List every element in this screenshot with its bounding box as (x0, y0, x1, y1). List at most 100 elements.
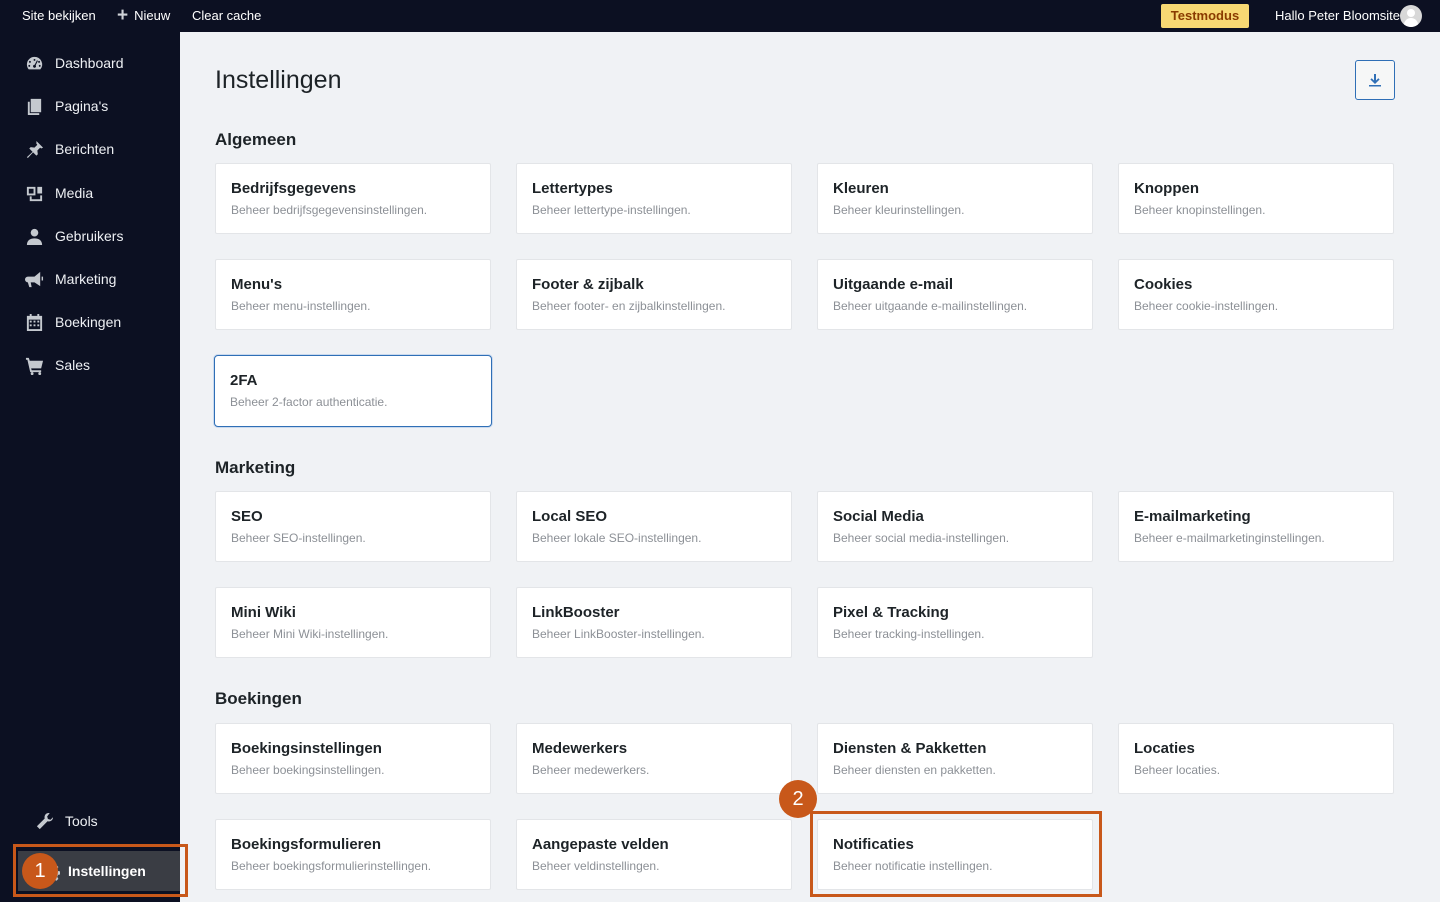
settings-card-booking-settings[interactable]: Boekingsinstellingen Beheer boekingsinst… (215, 723, 491, 794)
settings-card-buttons[interactable]: Knoppen Beheer knopinstellingen. (1118, 163, 1394, 234)
sidebar-item-label: Pagina's (55, 98, 109, 114)
step-badge-1: 1 (22, 853, 58, 889)
section-heading-general: Algemeen (215, 130, 297, 149)
card-description: Beheer Mini Wiki-instellingen. (231, 627, 389, 641)
settings-card-employees[interactable]: Medewerkers Beheer medewerkers. (516, 723, 792, 794)
plus-icon: + (117, 5, 129, 26)
card-title: Kleuren (833, 180, 889, 197)
card-title: Mini Wiki (231, 604, 296, 621)
sidebar-item-tools[interactable]: Tools (0, 801, 180, 841)
card-description: Beheer e-mailmarketinginstellingen. (1134, 531, 1325, 545)
sidebar-item-media[interactable]: Media (0, 173, 180, 213)
card-description: Beheer lokale SEO-instellingen. (532, 531, 702, 545)
megaphone-icon (24, 269, 44, 289)
card-title: Pixel & Tracking (833, 604, 949, 621)
card-title: Bedrijfsgegevens (231, 180, 357, 197)
sidebar-item-label: Berichten (55, 141, 115, 157)
card-title: Social Media (833, 508, 924, 525)
card-title: Diensten & Pakketten (833, 740, 987, 757)
card-description: Beheer menu-instellingen. (231, 299, 371, 313)
card-title: LinkBooster (532, 604, 620, 621)
settings-card-mini-wiki[interactable]: Mini Wiki Beheer Mini Wiki-instellingen. (215, 587, 491, 658)
sidebar-item-label: Marketing (55, 271, 117, 287)
card-title: Lettertypes (532, 180, 613, 197)
card-title: Menu's (231, 276, 283, 293)
wrench-icon (34, 811, 54, 831)
settings-card-booking-forms[interactable]: Boekingsformulieren Beheer boekingsformu… (215, 819, 491, 890)
media-icon (24, 183, 44, 203)
section-heading-marketing: Marketing (215, 458, 296, 477)
card-title: Cookies (1134, 276, 1193, 293)
step-badge-2: 2 (779, 780, 817, 818)
settings-card-email-marketing[interactable]: E-mailmarketing Beheer e-mailmarketingin… (1118, 491, 1394, 562)
card-description: Beheer cookie-instellingen. (1134, 299, 1279, 313)
card-description: Beheer footer- en zijbalkinstellingen. (532, 299, 726, 313)
sidebar-item-label: Gebruikers (55, 228, 124, 244)
sidebar-item-users[interactable]: Gebruikers (0, 216, 180, 256)
settings-card-pixel-tracking[interactable]: Pixel & Tracking Beheer tracking-instell… (817, 587, 1093, 658)
card-title: Local SEO (532, 508, 608, 525)
sidebar-item-dashboard[interactable]: Dashboard (0, 43, 180, 83)
test-mode-badge[interactable]: Testmodus (1161, 4, 1249, 28)
settings-card-2fa[interactable]: 2FA Beheer 2-factor authenticatie. (214, 355, 492, 427)
sidebar-item-label: Media (55, 185, 94, 201)
card-description: Beheer uitgaande e-mailinstellingen. (833, 299, 1028, 313)
card-description: Beheer social media-instellingen. (833, 531, 1010, 545)
sidebar-item-sales[interactable]: Sales (0, 345, 180, 385)
sidebar-item-label: Boekingen (55, 314, 122, 330)
settings-card-social-media[interactable]: Social Media Beheer social media-instell… (817, 491, 1093, 562)
page-title: Instellingen (215, 66, 342, 94)
sidebar-item-marketing[interactable]: Marketing (0, 259, 180, 299)
card-description: Beheer diensten en pakketten. (833, 763, 996, 777)
card-title: E-mailmarketing (1134, 508, 1251, 525)
card-title: Boekingsformulieren (231, 836, 382, 853)
settings-card-seo[interactable]: SEO Beheer SEO-instellingen. (215, 491, 491, 562)
pin-icon (24, 139, 44, 159)
admin-bar: Site bekijken + Nieuw Clear cache Testmo… (0, 0, 1440, 32)
card-description: Beheer knopinstellingen. (1134, 203, 1266, 217)
sidebar-item-label: Tools (65, 813, 98, 829)
settings-card-linkbooster[interactable]: LinkBooster Beheer LinkBooster-instellin… (516, 587, 792, 658)
settings-card-services[interactable]: Diensten & Pakketten Beheer diensten en … (817, 723, 1093, 794)
card-title: Locaties (1134, 740, 1195, 757)
settings-card-colors[interactable]: Kleuren Beheer kleurinstellingen. (817, 163, 1093, 234)
main-content: Instellingen Algemeen Bedrijfsgegevens B… (180, 32, 1440, 902)
settings-card-company[interactable]: Bedrijfsgegevens Beheer bedrijfsgegevens… (215, 163, 491, 234)
settings-card-locations[interactable]: Locaties Beheer locaties. (1118, 723, 1394, 794)
card-title: 2FA (230, 372, 258, 389)
sidebar-item-posts[interactable]: Berichten (0, 129, 180, 169)
pages-icon (24, 96, 44, 116)
card-description: Beheer boekingsinstellingen. (231, 763, 385, 777)
card-title: Aangepaste velden (532, 836, 669, 853)
settings-card-outgoing-email[interactable]: Uitgaande e-mail Beheer uitgaande e-mail… (817, 259, 1093, 330)
card-description: Beheer medewerkers. (532, 763, 650, 777)
card-description: Beheer 2-factor authenticatie. (230, 395, 388, 409)
new-label: Nieuw (134, 8, 171, 23)
sidebar-item-pages[interactable]: Pagina's (0, 86, 180, 126)
card-description: Beheer LinkBooster-instellingen. (532, 627, 705, 641)
card-title: Knoppen (1134, 180, 1199, 197)
sidebar-item-bookings[interactable]: Boekingen (0, 302, 180, 342)
dashboard-icon (24, 53, 44, 73)
download-button[interactable] (1355, 60, 1395, 100)
settings-card-footer[interactable]: Footer & zijbalk Beheer footer- en zijba… (516, 259, 792, 330)
settings-card-cookies[interactable]: Cookies Beheer cookie-instellingen. (1118, 259, 1394, 330)
card-description: Beheer locaties. (1134, 763, 1221, 777)
card-title: Boekingsinstellingen (231, 740, 382, 757)
new-menu[interactable]: + Nieuw (117, 0, 170, 32)
settings-card-custom-fields[interactable]: Aangepaste velden Beheer veldinstellinge… (516, 819, 792, 890)
card-title: SEO (231, 508, 263, 525)
settings-card-menus[interactable]: Menu's Beheer menu-instellingen. (215, 259, 491, 330)
card-description: Beheer bedrijfsgegevensinstellingen. (231, 203, 428, 217)
settings-card-fonts[interactable]: Lettertypes Beheer lettertype-instelling… (516, 163, 792, 234)
sidebar: Dashboard Pagina's Berichten Media Gebru… (0, 32, 180, 902)
settings-card-local-seo[interactable]: Local SEO Beheer lokale SEO-instellingen… (516, 491, 792, 562)
user-greeting[interactable]: Hallo Peter Bloomsite (1275, 0, 1400, 32)
sidebar-item-label: Sales (55, 357, 91, 373)
clear-cache-link[interactable]: Clear cache (192, 0, 261, 32)
calendar-icon (24, 312, 44, 332)
download-icon (1369, 74, 1381, 87)
view-site-link[interactable]: Site bekijken (22, 0, 96, 32)
highlight-notifications (810, 811, 1102, 897)
avatar[interactable] (1400, 5, 1422, 27)
